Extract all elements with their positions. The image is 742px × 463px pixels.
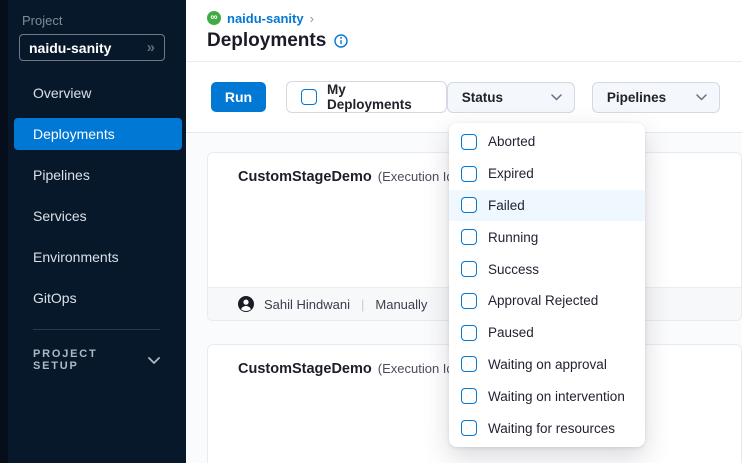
sidebar-item-label: GitOps [33, 290, 77, 306]
sidebar-item-label: Deployments [33, 126, 115, 142]
pipeline-name: CustomStageDemo [238, 169, 372, 185]
menu-item-label: Waiting on intervention [488, 389, 625, 404]
checkbox[interactable] [461, 293, 477, 309]
menu-item-failed[interactable]: Failed [449, 190, 645, 222]
checkbox[interactable] [461, 134, 477, 150]
menu-item-waiting-on-intervention[interactable]: Waiting on intervention [449, 380, 645, 412]
menu-item-success[interactable]: Success [449, 253, 645, 285]
sidebar-item-label: Services [33, 208, 87, 224]
status-filter-select[interactable]: Status [447, 82, 575, 113]
menu-item-label: Approval Rejected [488, 293, 598, 308]
status-filter-label: Status [462, 90, 503, 105]
checkbox[interactable] [461, 356, 477, 372]
menu-item-label: Aborted [488, 134, 535, 149]
sidebar-item-pipelines[interactable]: Pipelines [14, 159, 182, 191]
menu-item-approval-rejected[interactable]: Approval Rejected [449, 285, 645, 317]
my-deployments-filter[interactable]: My Deployments [286, 81, 447, 113]
menu-item-label: Waiting for resources [488, 421, 615, 436]
checkbox[interactable] [461, 166, 477, 182]
menu-item-running[interactable]: Running [449, 221, 645, 253]
checkbox[interactable] [461, 420, 477, 436]
my-deployments-checkbox[interactable] [301, 89, 317, 105]
double-chevron-right-icon[interactable]: » [147, 40, 155, 55]
menu-item-label: Failed [488, 198, 525, 213]
breadcrumb: ∞ naidu-sanity › [207, 9, 742, 27]
chevron-down-icon [148, 357, 160, 364]
project-setup-toggle[interactable]: PROJECT SETUP [33, 329, 160, 372]
sidebar-item-services[interactable]: Services [14, 200, 182, 232]
sidebar-item-label: Overview [33, 85, 91, 101]
my-deployments-label: My Deployments [327, 82, 432, 112]
page-header: ∞ naidu-sanity › Deployments [186, 0, 742, 62]
sidebar-item-label: Pipelines [33, 167, 90, 183]
breadcrumb-project-link[interactable]: naidu-sanity [227, 11, 304, 26]
execution-id-label: (Execution Id [378, 361, 454, 376]
project-sidebar: Project naidu-sanity » Overview Deployme… [8, 0, 186, 463]
status-filter-dropdown: Aborted Expired Failed Running Success A… [449, 123, 645, 447]
module-rail [0, 0, 8, 463]
checkbox[interactable] [461, 261, 477, 277]
checkbox[interactable] [461, 388, 477, 404]
chevron-down-icon [696, 94, 707, 101]
menu-item-label: Running [488, 230, 538, 245]
sidebar-item-environments[interactable]: Environments [14, 241, 182, 273]
page-title: Deployments [207, 30, 326, 52]
project-name: naidu-sanity [29, 40, 111, 56]
project-setup-label: PROJECT SETUP [33, 348, 148, 372]
trigger-type: Manually [375, 297, 427, 312]
title-row: Deployments [207, 30, 742, 52]
footer-divider: | [361, 297, 364, 312]
sidebar-item-deployments[interactable]: Deployments [14, 118, 182, 150]
pipelines-filter-label: Pipelines [607, 90, 666, 105]
pipeline-name: CustomStageDemo [238, 361, 372, 377]
sidebar-item-gitops[interactable]: GitOps [14, 282, 182, 314]
menu-item-paused[interactable]: Paused [449, 317, 645, 349]
sidebar-item-label: Environments [33, 249, 119, 265]
cd-module-icon: ∞ [207, 11, 221, 25]
menu-item-expired[interactable]: Expired [449, 158, 645, 190]
checkbox[interactable] [461, 325, 477, 341]
menu-item-label: Paused [488, 325, 534, 340]
menu-item-aborted[interactable]: Aborted [449, 126, 645, 158]
execution-id-label: (Execution Id [378, 169, 454, 184]
checkbox[interactable] [461, 229, 477, 245]
chevron-right-icon: › [310, 11, 314, 26]
info-icon[interactable] [334, 34, 348, 48]
run-button[interactable]: Run [211, 82, 266, 112]
menu-item-waiting-on-approval[interactable]: Waiting on approval [449, 349, 645, 381]
user-avatar-icon [238, 296, 254, 312]
project-selector[interactable]: naidu-sanity » [19, 34, 165, 61]
checkbox[interactable] [461, 197, 477, 213]
sidebar-item-overview[interactable]: Overview [14, 77, 182, 109]
triggered-by: Sahil Hindwani [264, 297, 350, 312]
menu-item-label: Waiting on approval [488, 357, 607, 372]
menu-item-waiting-for-resources[interactable]: Waiting for resources [449, 412, 645, 444]
menu-item-label: Expired [488, 166, 534, 181]
menu-item-label: Success [488, 262, 539, 277]
sidebar-nav: Overview Deployments Pipelines Services … [8, 77, 186, 314]
project-label: Project [22, 13, 186, 28]
chevron-down-icon [551, 94, 562, 101]
pipelines-filter-select[interactable]: Pipelines [592, 82, 720, 113]
